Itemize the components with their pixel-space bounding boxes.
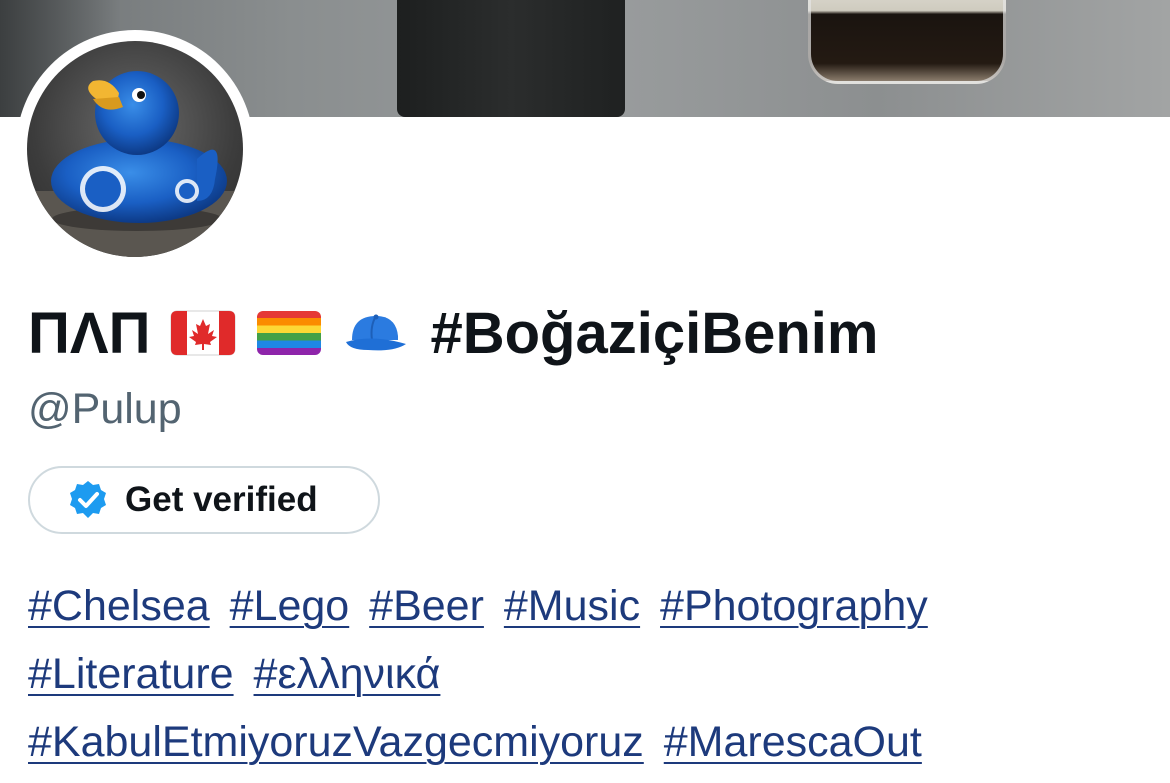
rubber-duck-icon: [27, 71, 243, 257]
profile-bio: #Chelsea #Lego #Beer #Music #Photography…: [28, 572, 1158, 776]
profile-handle: @Pulup: [28, 385, 182, 433]
verified-badge-icon: [70, 481, 106, 518]
get-verified-button[interactable]: Get verified: [28, 466, 380, 534]
display-name: ΠΛΠ #BoğaziçiBenim: [28, 298, 878, 368]
canada-flag-icon: [170, 310, 236, 356]
get-verified-label: Get verified: [125, 480, 318, 519]
display-name-hashtag: #BoğaziçiBenim: [430, 300, 879, 366]
bio-hashtag-link[interactable]: #MarescaOut: [664, 718, 922, 766]
rainbow-flag-icon: [256, 310, 322, 356]
bio-hashtag-link[interactable]: #Literature: [28, 650, 234, 698]
display-name-text: ΠΛΠ: [28, 300, 151, 366]
bio-hashtag-link[interactable]: #Music: [504, 582, 640, 630]
bio-hashtag-link[interactable]: #KabulEtmiyoruzVazgecmiyoruz: [28, 718, 644, 766]
avatar[interactable]: [27, 41, 243, 257]
bio-hashtag-link[interactable]: #Beer: [369, 582, 484, 630]
banner-beer-glass: [808, 0, 1006, 84]
bio-hashtag-link[interactable]: #ελληνικά: [254, 650, 441, 698]
bio-hashtag-link[interactable]: #Photography: [660, 582, 928, 630]
bio-hashtag-link[interactable]: #Lego: [230, 582, 350, 630]
banner-dark-glass: [397, 0, 625, 117]
bio-hashtag-link[interactable]: #Chelsea: [28, 582, 210, 630]
blue-cap-icon: [342, 310, 408, 356]
